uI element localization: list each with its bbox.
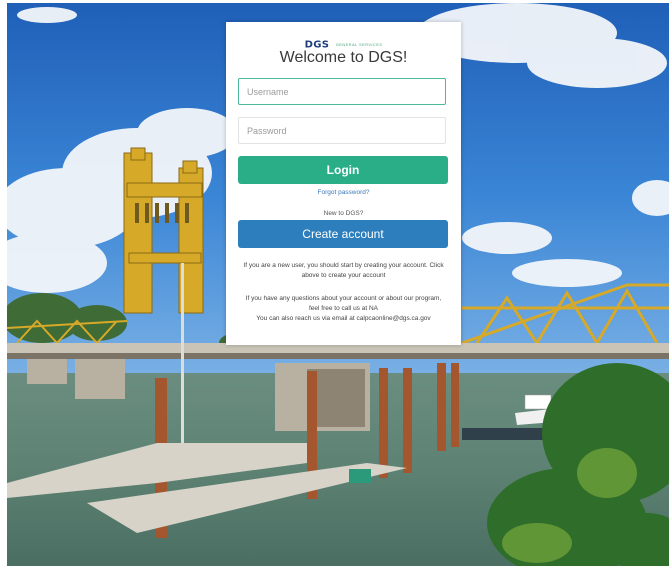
create-account-button[interactable]: Create account [238, 220, 448, 248]
dgs-logo: DGS GENERAL SERVICES [226, 36, 461, 50]
questions-info-text: If you have any questions about your acc… [245, 295, 442, 312]
email-info-text: You can also reach us via email at calpc… [256, 315, 431, 322]
new-user-info-text: If you are a new user, you should start … [243, 262, 444, 279]
login-button[interactable]: Login [238, 156, 448, 184]
page-title: Welcome to DGS! [279, 49, 408, 66]
password-input[interactable] [238, 117, 446, 144]
forgot-password-link[interactable]: Forgot password? [226, 189, 461, 196]
new-user-prompt: New to DGS? [323, 210, 364, 217]
logo-subtext: GENERAL SERVICES [335, 42, 383, 48]
username-input[interactable] [238, 78, 446, 105]
contact-info-block: If you have any questions about your acc… [240, 294, 447, 324]
login-card: DGS GENERAL SERVICES Welcome to DGS! Log… [226, 22, 461, 345]
